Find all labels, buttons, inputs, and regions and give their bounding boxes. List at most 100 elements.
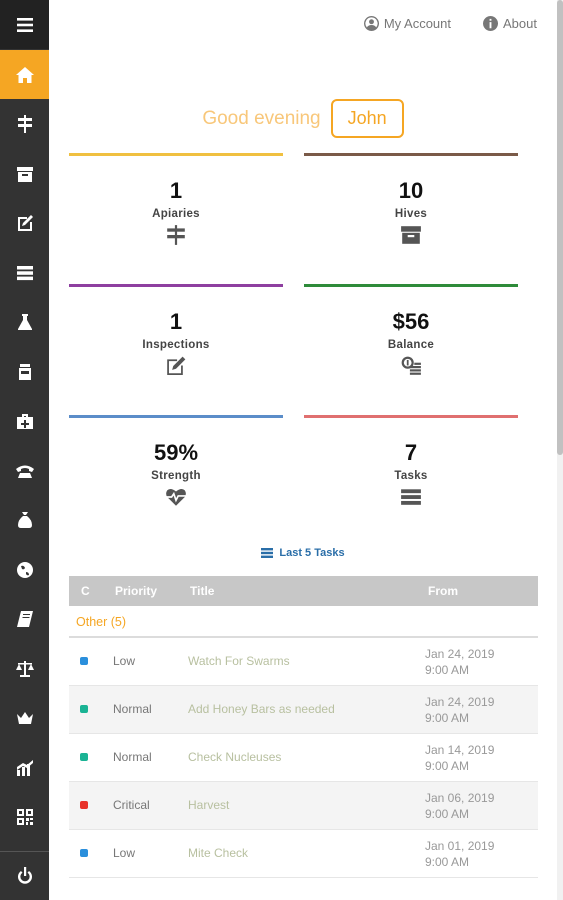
column-header-from[interactable]: From — [428, 584, 458, 598]
jar-icon — [18, 363, 31, 380]
row-title[interactable]: Harvest — [188, 798, 229, 812]
sidebar-item-qr-codes[interactable] — [0, 792, 49, 841]
signpost-icon — [17, 114, 32, 133]
card-value: 10 — [398, 178, 424, 203]
my-account-link[interactable]: My Account — [363, 16, 451, 31]
row-from: Jan 06, 2019 9:00 AM — [425, 790, 494, 822]
info-circle-icon — [483, 16, 498, 31]
row-time: 9:00 AM — [425, 855, 470, 869]
crown-icon — [16, 711, 33, 724]
heartbeat-icon — [166, 488, 186, 506]
sidebar-item-finance[interactable] — [0, 495, 49, 544]
group-row-other[interactable]: Other (5) — [69, 606, 538, 638]
row-time: 9:00 AM — [425, 807, 470, 821]
row-time: 9:00 AM — [425, 711, 470, 725]
row-from: Jan 14, 2019 9:00 AM — [425, 742, 494, 774]
list-icon — [261, 548, 274, 558]
scrollbar-thumb[interactable] — [557, 0, 563, 455]
money-bag-icon — [17, 511, 32, 528]
sidebar-item-harvest[interactable] — [0, 644, 49, 693]
row-date: Jan 01, 2019 — [425, 839, 495, 853]
card-accent-line — [304, 284, 518, 287]
top-nav: My Account About — [363, 16, 537, 31]
card-value: 1 — [169, 309, 183, 334]
row-title[interactable]: Mite Check — [188, 846, 248, 860]
sidebar-item-reports[interactable] — [0, 743, 49, 792]
card-label: Balance — [387, 339, 435, 351]
card-label: Inspections — [142, 339, 210, 351]
card-accent-line — [69, 153, 283, 156]
chart-icon — [16, 759, 33, 776]
column-header-priority[interactable]: Priority — [115, 584, 157, 598]
sidebar-item-logout[interactable] — [0, 851, 49, 900]
greeting-user-name: John — [330, 99, 404, 138]
table-header: C Priority Title From — [69, 576, 538, 606]
card-value: $56 — [392, 309, 430, 334]
last-tasks-heading: Last 5 Tasks — [49, 547, 557, 559]
stat-card-balance[interactable]: $56 Balance — [304, 284, 518, 394]
user-circle-icon — [363, 16, 379, 31]
card-label: Strength — [151, 470, 201, 482]
card-value: 7 — [404, 440, 418, 465]
column-header-c[interactable]: C — [81, 584, 90, 598]
table-row[interactable]: Low Watch For Swarms Jan 24, 2019 9:00 A… — [69, 638, 538, 686]
stat-card-hives[interactable]: 10 Hives — [304, 153, 518, 263]
sidebar-menu-button[interactable] — [0, 0, 49, 49]
stat-card-strength[interactable]: 59% Strength — [69, 415, 283, 525]
table-row[interactable]: Low Mite Check Jan 01, 2019 9:00 AM — [69, 830, 538, 878]
power-icon — [17, 867, 32, 884]
card-accent-line — [304, 415, 518, 418]
card-value: 59% — [153, 440, 199, 465]
archive-box-icon — [16, 166, 33, 182]
sidebar-item-feedings[interactable] — [0, 347, 49, 396]
table-row[interactable]: Critical Harvest Jan 06, 2019 9:00 AM — [69, 782, 538, 830]
sidebar-item-home[interactable] — [0, 50, 49, 99]
sidebar-item-tasks[interactable] — [0, 248, 49, 297]
row-priority: Normal — [113, 750, 152, 764]
scrollbar[interactable] — [557, 0, 563, 900]
row-priority: Critical — [113, 798, 150, 812]
stat-card-apiaries[interactable]: 1 Apiaries — [69, 153, 283, 263]
about-link[interactable]: About — [483, 16, 537, 31]
sidebar-item-hives[interactable] — [0, 149, 49, 198]
table-row[interactable]: Normal Add Honey Bars as needed Jan 24, … — [69, 686, 538, 734]
scale-icon — [15, 660, 34, 677]
column-header-title[interactable]: Title — [190, 584, 214, 598]
book-icon — [16, 610, 33, 627]
priority-color-indicator — [80, 801, 88, 809]
qrcode-icon — [16, 808, 33, 825]
row-priority: Low — [113, 654, 136, 668]
row-title[interactable]: Add Honey Bars as needed — [188, 702, 335, 716]
card-label: Apiaries — [152, 208, 200, 220]
sidebar-item-apiaries[interactable] — [0, 99, 49, 148]
edit-icon — [17, 214, 33, 231]
sidebar-item-treatments[interactable] — [0, 297, 49, 346]
row-priority: Normal — [113, 702, 152, 716]
edit-icon — [167, 356, 186, 376]
sidebar-item-map[interactable] — [0, 545, 49, 594]
card-label: Tasks — [394, 470, 428, 482]
row-title[interactable]: Check Nucleuses — [188, 750, 281, 764]
row-priority: Low — [113, 846, 136, 860]
sidebar-item-queens[interactable] — [0, 693, 49, 742]
row-date: Jan 24, 2019 — [425, 695, 495, 709]
sidebar-item-journal[interactable] — [0, 594, 49, 643]
table-row[interactable]: Normal Check Nucleuses Jan 14, 2019 9:00… — [69, 734, 538, 782]
sidebar-item-contacts[interactable] — [0, 446, 49, 495]
sidebar-item-medical[interactable] — [0, 396, 49, 445]
priority-color-indicator — [80, 753, 88, 761]
tasks-table: C Priority Title From Other (5) Low Watc… — [69, 576, 538, 878]
stat-card-inspections[interactable]: 1 Inspections — [69, 284, 283, 394]
card-accent-line — [69, 284, 283, 287]
row-title[interactable]: Watch For Swarms — [188, 654, 290, 668]
card-label: Hives — [394, 208, 428, 220]
flask-icon — [17, 313, 32, 330]
group-label: Other (5) — [76, 615, 127, 629]
row-from: Jan 24, 2019 9:00 AM — [425, 646, 494, 678]
row-from: Jan 24, 2019 9:00 AM — [425, 694, 494, 726]
row-time: 9:00 AM — [425, 759, 470, 773]
card-value: 1 — [169, 178, 183, 203]
sidebar-item-inspections[interactable] — [0, 198, 49, 247]
stat-card-tasks[interactable]: 7 Tasks — [304, 415, 518, 525]
list-icon — [401, 489, 421, 505]
